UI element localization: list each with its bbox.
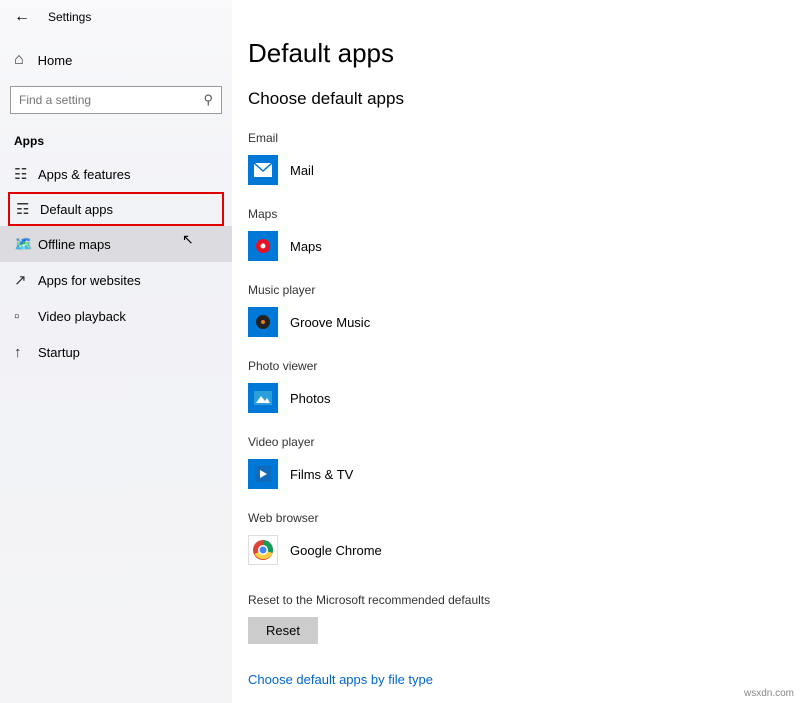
nav-video-playback[interactable]: ▫ Video playback [0, 298, 232, 334]
maps-icon [248, 231, 278, 261]
list-icon: ☷ [14, 165, 36, 183]
category-label-email: Email [248, 131, 800, 145]
category-label-photo: Photo viewer [248, 359, 800, 373]
category-label-browser: Web browser [248, 511, 800, 525]
nav-offline-maps[interactable]: 🗺️ Offline maps [0, 226, 232, 262]
defaults-icon: ☶ [16, 200, 38, 218]
search-box[interactable]: ⚲ [10, 86, 222, 114]
section-label: Apps [14, 134, 232, 148]
chrome-icon [248, 535, 278, 565]
home-icon: ⌂ [14, 51, 24, 69]
main-content: Default apps Choose default apps Email M… [248, 0, 800, 703]
reset-button[interactable]: Reset [248, 617, 318, 644]
nav-startup[interactable]: ↑ Startup [0, 334, 232, 370]
category-label-video: Video player [248, 435, 800, 449]
startup-icon: ↑ [14, 344, 36, 361]
app-choice-photo[interactable]: Photos [248, 383, 800, 413]
app-name: Films & TV [290, 467, 353, 482]
category-label-maps: Maps [248, 207, 800, 221]
nav-home[interactable]: ⌂ Home [0, 42, 232, 78]
app-choice-music[interactable]: Groove Music [248, 307, 800, 337]
reset-label: Reset to the Microsoft recommended defau… [248, 593, 800, 607]
map-icon: 🗺️ [14, 235, 36, 253]
header-row: ← Settings [0, 0, 232, 34]
nav-label: Startup [38, 345, 80, 360]
back-arrow-icon[interactable]: ← [14, 8, 30, 26]
app-choice-maps[interactable]: Maps [248, 231, 800, 261]
app-choice-email[interactable]: Mail [248, 155, 800, 185]
app-choice-video[interactable]: Films & TV [248, 459, 800, 489]
window-title: Settings [48, 10, 91, 24]
nav-label: Video playback [38, 309, 126, 324]
app-name: Maps [290, 239, 322, 254]
page-title: Default apps [248, 38, 800, 69]
launch-icon: ↗ [14, 271, 36, 289]
groove-icon [248, 307, 278, 337]
app-name: Photos [290, 391, 330, 406]
page-subtitle: Choose default apps [248, 89, 800, 109]
link-file-type[interactable]: Choose default apps by file type [248, 672, 800, 687]
nav-label: Default apps [40, 202, 113, 217]
nav-label: Apps for websites [38, 273, 141, 288]
category-label-music: Music player [248, 283, 800, 297]
app-choice-browser[interactable]: Google Chrome [248, 535, 800, 565]
video-icon: ▫ [14, 308, 36, 325]
search-icon: ⚲ [203, 92, 213, 108]
sidebar: ← Settings ⌂ Home ⚲ Apps ☷ Apps & featur… [0, 0, 232, 703]
app-name: Groove Music [290, 315, 370, 330]
nav-label: Offline maps [38, 237, 111, 252]
nav-label: Apps & features [38, 167, 131, 182]
mail-icon [248, 155, 278, 185]
watermark: wsxdn.com [744, 688, 794, 699]
app-name: Mail [290, 163, 314, 178]
search-input[interactable] [19, 93, 203, 107]
nav-default-apps[interactable]: ☶ Default apps [8, 192, 224, 226]
nav-apps-features[interactable]: ☷ Apps & features [0, 156, 232, 192]
nav-apps-websites[interactable]: ↗ Apps for websites [0, 262, 232, 298]
home-label: Home [38, 53, 73, 68]
app-name: Google Chrome [290, 543, 382, 558]
films-tv-icon [248, 459, 278, 489]
photos-icon [248, 383, 278, 413]
